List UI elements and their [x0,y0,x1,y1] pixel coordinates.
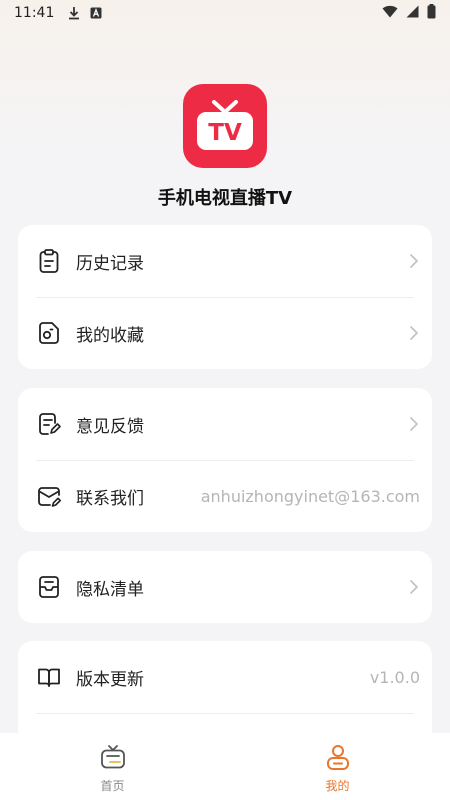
profile-icon [324,743,352,771]
contact-label: 联系我们 [76,488,144,509]
feedback-icon [36,411,62,437]
privacy-row[interactable]: 隐私清单 [18,551,432,623]
tv-logo-icon: TV [197,100,253,150]
version-label: 版本更新 [76,669,144,690]
status-time: 11:41 [14,5,55,21]
status-bar: 11:41 [0,0,450,26]
chevron-right-icon [408,325,420,341]
favorites-icon [36,320,62,346]
feedback-label: 意见反馈 [76,416,144,437]
version-right: v1.0.0 [370,668,420,687]
book-icon [36,664,62,690]
chevron-right-icon [408,579,420,595]
privacy-list-icon [36,574,62,600]
tab-home-label: 首页 [100,779,125,793]
chevron-right-icon [408,253,420,269]
bottom-tab-bar: 首页 我的 [0,733,450,800]
app-logo: TV [183,84,267,168]
contact-email[interactable]: anhuizhongyinet@163.com [201,487,420,506]
tab-home[interactable]: 首页 [0,733,225,800]
history-row[interactable]: 历史记录 [18,225,432,297]
tab-mine[interactable]: 我的 [225,733,450,800]
tv-home-icon [99,743,127,771]
status-right [382,3,436,23]
contact-right: anhuizhongyinet@163.com [201,487,420,506]
history-clipboard-icon [36,248,62,274]
card-history-favorites: 历史记录 我的收藏 [18,225,432,369]
download-icon [68,6,80,20]
app-name: 手机电视直播TV [157,188,293,209]
favorites-label: 我的收藏 [76,325,144,346]
mail-icon [36,483,62,509]
feedback-right [408,416,420,432]
favorites-right [408,325,420,341]
signal-icon [406,5,419,22]
privacy-label: 隐私清单 [76,579,144,600]
version-value: v1.0.0 [369,667,420,687]
card-privacy: 隐私清单 [18,551,432,623]
notification-a-icon [90,7,102,19]
card-feedback-contact: 意见反馈 联系我们 anhuizhongyinet@163.com [18,388,432,532]
tab-mine-label: 我的 [325,779,350,793]
contact-row[interactable]: 联系我们 anhuizhongyinet@163.com [18,460,432,532]
chevron-right-icon [408,416,420,432]
history-right [408,253,420,269]
version-row[interactable]: 版本更新 v1.0.0 [18,641,432,713]
wifi-icon [382,5,398,22]
battery-icon [427,3,436,23]
feedback-row[interactable]: 意见反馈 [18,388,432,460]
favorites-row[interactable]: 我的收藏 [18,297,432,369]
logo-text: TV [208,120,242,146]
history-label: 历史记录 [76,253,144,274]
privacy-right [408,579,420,595]
